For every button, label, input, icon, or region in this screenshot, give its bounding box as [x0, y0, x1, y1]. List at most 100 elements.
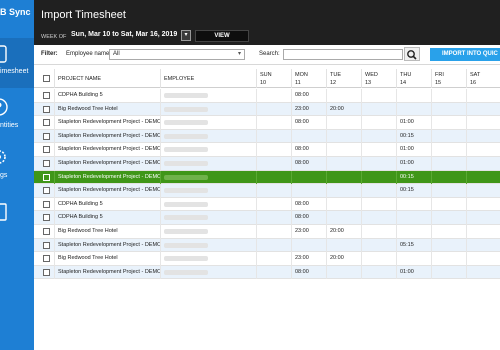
hours-cell[interactable] — [466, 252, 500, 266]
column-header-sat[interactable]: SAT 16 — [466, 69, 500, 88]
hours-cell[interactable]: 23:00 — [291, 225, 326, 239]
hours-cell[interactable] — [256, 211, 291, 225]
hours-cell[interactable] — [326, 129, 361, 144]
hours-cell[interactable] — [326, 265, 361, 280]
column-header-thu[interactable]: THU 14 — [396, 69, 431, 88]
hours-cell[interactable]: 01:00 — [396, 116, 431, 130]
hours-cell[interactable] — [256, 238, 291, 253]
row-checkbox[interactable] — [43, 132, 50, 140]
row-checkbox[interactable] — [43, 119, 50, 127]
hours-cell[interactable] — [361, 184, 396, 198]
hours-cell[interactable] — [431, 184, 466, 198]
hours-cell[interactable] — [361, 157, 396, 171]
hours-cell[interactable] — [431, 143, 466, 157]
search-button[interactable] — [404, 47, 420, 61]
hours-cell[interactable] — [291, 184, 326, 198]
employee-select[interactable]: All ▾ — [109, 49, 245, 60]
hours-cell[interactable]: 00:15 — [396, 129, 431, 144]
hours-cell[interactable]: 08:00 — [291, 197, 326, 212]
hours-cell[interactable] — [431, 116, 466, 130]
hours-cell[interactable] — [256, 170, 291, 185]
table-row[interactable]: Stapleton Redevelopment Project - DEMO 08… — [34, 116, 500, 130]
hours-cell[interactable]: 05:15 — [396, 238, 431, 253]
hours-cell[interactable] — [256, 102, 291, 117]
hours-cell[interactable] — [431, 265, 466, 280]
import-into-quickbooks-button[interactable]: IMPORT INTO QUIC — [430, 48, 500, 61]
hours-cell[interactable] — [326, 170, 361, 185]
hours-cell[interactable]: 08:00 — [291, 211, 326, 225]
hours-cell[interactable] — [361, 252, 396, 266]
hours-cell[interactable] — [396, 252, 431, 266]
hours-cell[interactable]: 08:00 — [291, 143, 326, 157]
hours-cell[interactable] — [466, 157, 500, 171]
hours-cell[interactable] — [361, 197, 396, 212]
hours-cell[interactable] — [291, 170, 326, 185]
hours-cell[interactable] — [466, 265, 500, 280]
hours-cell[interactable]: 20:00 — [326, 102, 361, 117]
hours-cell[interactable] — [361, 225, 396, 239]
hours-cell[interactable] — [361, 170, 396, 185]
hours-cell[interactable] — [256, 129, 291, 144]
sidebar-item-timesheet[interactable]: imesheet — [0, 40, 34, 85]
hours-cell[interactable] — [326, 238, 361, 253]
row-checkbox[interactable] — [43, 268, 50, 276]
hours-cell[interactable] — [326, 197, 361, 212]
hours-cell[interactable] — [256, 157, 291, 171]
hours-cell[interactable]: 08:00 — [291, 116, 326, 130]
hours-cell[interactable] — [466, 170, 500, 185]
row-checkbox[interactable] — [43, 146, 50, 154]
hours-cell[interactable] — [466, 116, 500, 130]
row-checkbox[interactable] — [43, 160, 50, 167]
column-header-fri[interactable]: FRI 15 — [431, 69, 466, 88]
table-row[interactable]: Big Redwood Tree Hotel 23:00 20:00 — [34, 102, 500, 117]
row-checkbox[interactable] — [43, 200, 50, 208]
search-input[interactable] — [283, 49, 403, 60]
hours-cell[interactable] — [431, 102, 466, 117]
hours-cell[interactable]: 01:00 — [396, 265, 431, 280]
hours-cell[interactable] — [431, 89, 466, 103]
hours-cell[interactable]: 00:15 — [396, 184, 431, 198]
hours-cell[interactable] — [466, 197, 500, 212]
sidebar-item-entities[interactable]: ntities — [0, 98, 34, 138]
hours-cell[interactable] — [431, 252, 466, 266]
row-checkbox[interactable] — [43, 228, 50, 235]
hours-cell[interactable]: 01:00 — [396, 157, 431, 171]
table-row[interactable]: Stapleton Redevelopment Project - DEMO 08… — [34, 157, 500, 171]
hours-cell[interactable] — [396, 197, 431, 212]
hours-cell[interactable] — [326, 89, 361, 103]
hours-cell[interactable]: 23:00 — [291, 252, 326, 266]
table-row[interactable]: Stapleton Redevelopment Project - DEMO 00… — [34, 129, 500, 144]
sidebar-item-document[interactable] — [0, 202, 34, 224]
row-checkbox[interactable] — [43, 173, 50, 181]
hours-cell[interactable] — [256, 225, 291, 239]
hours-cell[interactable] — [361, 129, 396, 144]
hours-cell[interactable] — [396, 89, 431, 103]
table-row[interactable]: Stapleton Redevelopment Project - DEMO 08… — [34, 265, 500, 280]
hours-cell[interactable] — [256, 265, 291, 280]
hours-cell[interactable] — [396, 225, 431, 239]
hours-cell[interactable]: 20:00 — [326, 252, 361, 266]
hours-cell[interactable] — [256, 184, 291, 198]
hours-cell[interactable] — [256, 143, 291, 157]
column-header-mon[interactable]: MON 11 — [291, 69, 326, 88]
hours-cell[interactable] — [256, 252, 291, 266]
hours-cell[interactable] — [396, 211, 431, 225]
row-checkbox[interactable] — [43, 105, 50, 113]
select-all-checkbox[interactable] — [43, 75, 50, 82]
hours-cell[interactable] — [396, 102, 431, 117]
hours-cell[interactable] — [466, 211, 500, 225]
table-row[interactable]: CDPHA Building 5 08:00 — [34, 89, 500, 103]
table-row[interactable]: Stapleton Redevelopment Project - DEMO 00… — [34, 184, 500, 198]
column-header-project[interactable]: PROJECT NAME — [54, 69, 160, 88]
column-header-tue[interactable]: TUE 12 — [326, 69, 361, 88]
hours-cell[interactable] — [431, 197, 466, 212]
hours-cell[interactable] — [291, 238, 326, 253]
hours-cell[interactable]: 08:00 — [291, 265, 326, 280]
hours-cell[interactable] — [256, 197, 291, 212]
row-checkbox[interactable] — [43, 187, 50, 195]
hours-cell[interactable] — [326, 116, 361, 130]
table-row[interactable]: Stapleton Redevelopment Project - DEMO 08… — [34, 143, 500, 157]
hours-cell[interactable] — [361, 211, 396, 225]
hours-cell[interactable] — [326, 184, 361, 198]
hours-cell[interactable]: 08:00 — [291, 89, 326, 103]
